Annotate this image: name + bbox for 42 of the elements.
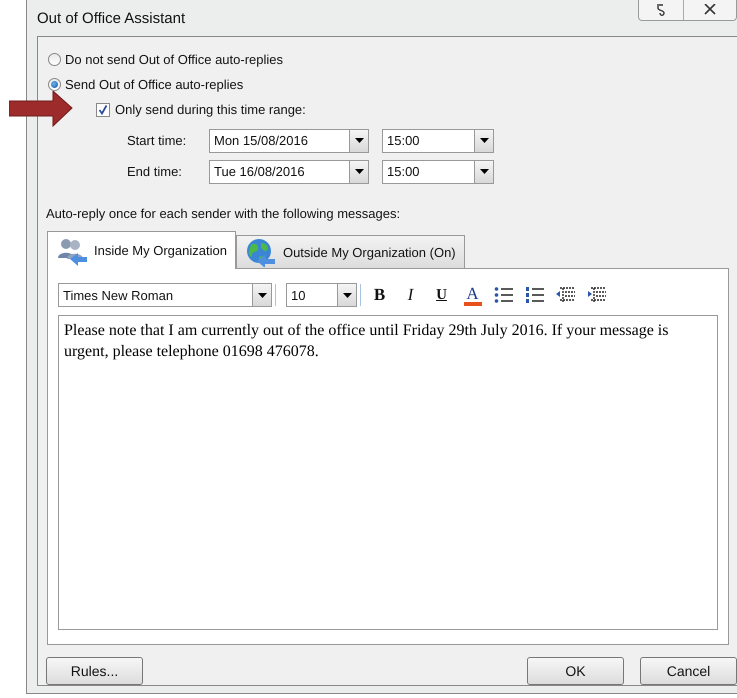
font-field[interactable]: Times New Roman: [58, 283, 252, 307]
time-label: Start time:: [127, 133, 188, 148]
caret-icon: [354, 138, 364, 143]
tab[interactable]: Inside My Organization: [47, 231, 236, 269]
dropdown-button[interactable]: [349, 160, 369, 184]
dropdown-button[interactable]: [349, 128, 369, 152]
messages-label: Auto-reply once for each sender with the following messages:: [46, 206, 402, 221]
dropdown-button[interactable]: [474, 128, 494, 152]
close-icon[interactable]: [704, 4, 716, 16]
time-label: End time:: [127, 164, 183, 179]
caret-icon: [480, 138, 488, 143]
caret-icon: [354, 169, 364, 174]
bold-button[interactable]: B: [364, 283, 395, 307]
window-title: Out of Office Assistant: [37, 10, 186, 26]
date-field[interactable]: Mon 15/08/2016: [209, 128, 349, 152]
caret-icon: [342, 292, 352, 298]
globe-icon: [244, 237, 277, 267]
checkbox-label: Only send during this time range:: [115, 102, 306, 117]
underline-button[interactable]: U: [426, 283, 457, 307]
time-field[interactable]: 15:00: [382, 160, 474, 184]
dialog-button[interactable]: Cancel: [640, 657, 737, 685]
italic-button[interactable]: I: [395, 283, 426, 307]
font-color-button[interactable]: A: [457, 283, 488, 307]
caret-icon: [258, 292, 266, 298]
message-editor[interactable]: Please note that I am currently out of the office until Friday 29th July 2016. If your message is urgent, please telephone 01698 476078.: [58, 315, 718, 630]
help-icon[interactable]: [656, 4, 666, 16]
dropdown-button[interactable]: [252, 283, 272, 307]
pointer-arrow: [9, 91, 73, 127]
radio-button[interactable]: [48, 53, 61, 66]
tab[interactable]: Outside My Organization (On): [236, 235, 465, 268]
dropdown-button[interactable]: [337, 283, 357, 307]
radio-label: Do not send Out of Office auto-replies: [65, 52, 283, 67]
radio-label: Send Out of Office auto-replies: [65, 77, 244, 92]
date-field[interactable]: Tue 16/08/2016: [209, 160, 349, 184]
font-size-field[interactable]: 10: [286, 283, 337, 307]
dialog-button[interactable]: Rules...: [46, 657, 143, 685]
dialog-button[interactable]: OK: [527, 657, 624, 685]
caret-icon: [480, 169, 488, 174]
time-field[interactable]: 15:00: [382, 128, 474, 152]
radio-button[interactable]: [48, 78, 61, 91]
dropdown-button[interactable]: [474, 160, 494, 184]
checkbox[interactable]: [96, 102, 110, 116]
